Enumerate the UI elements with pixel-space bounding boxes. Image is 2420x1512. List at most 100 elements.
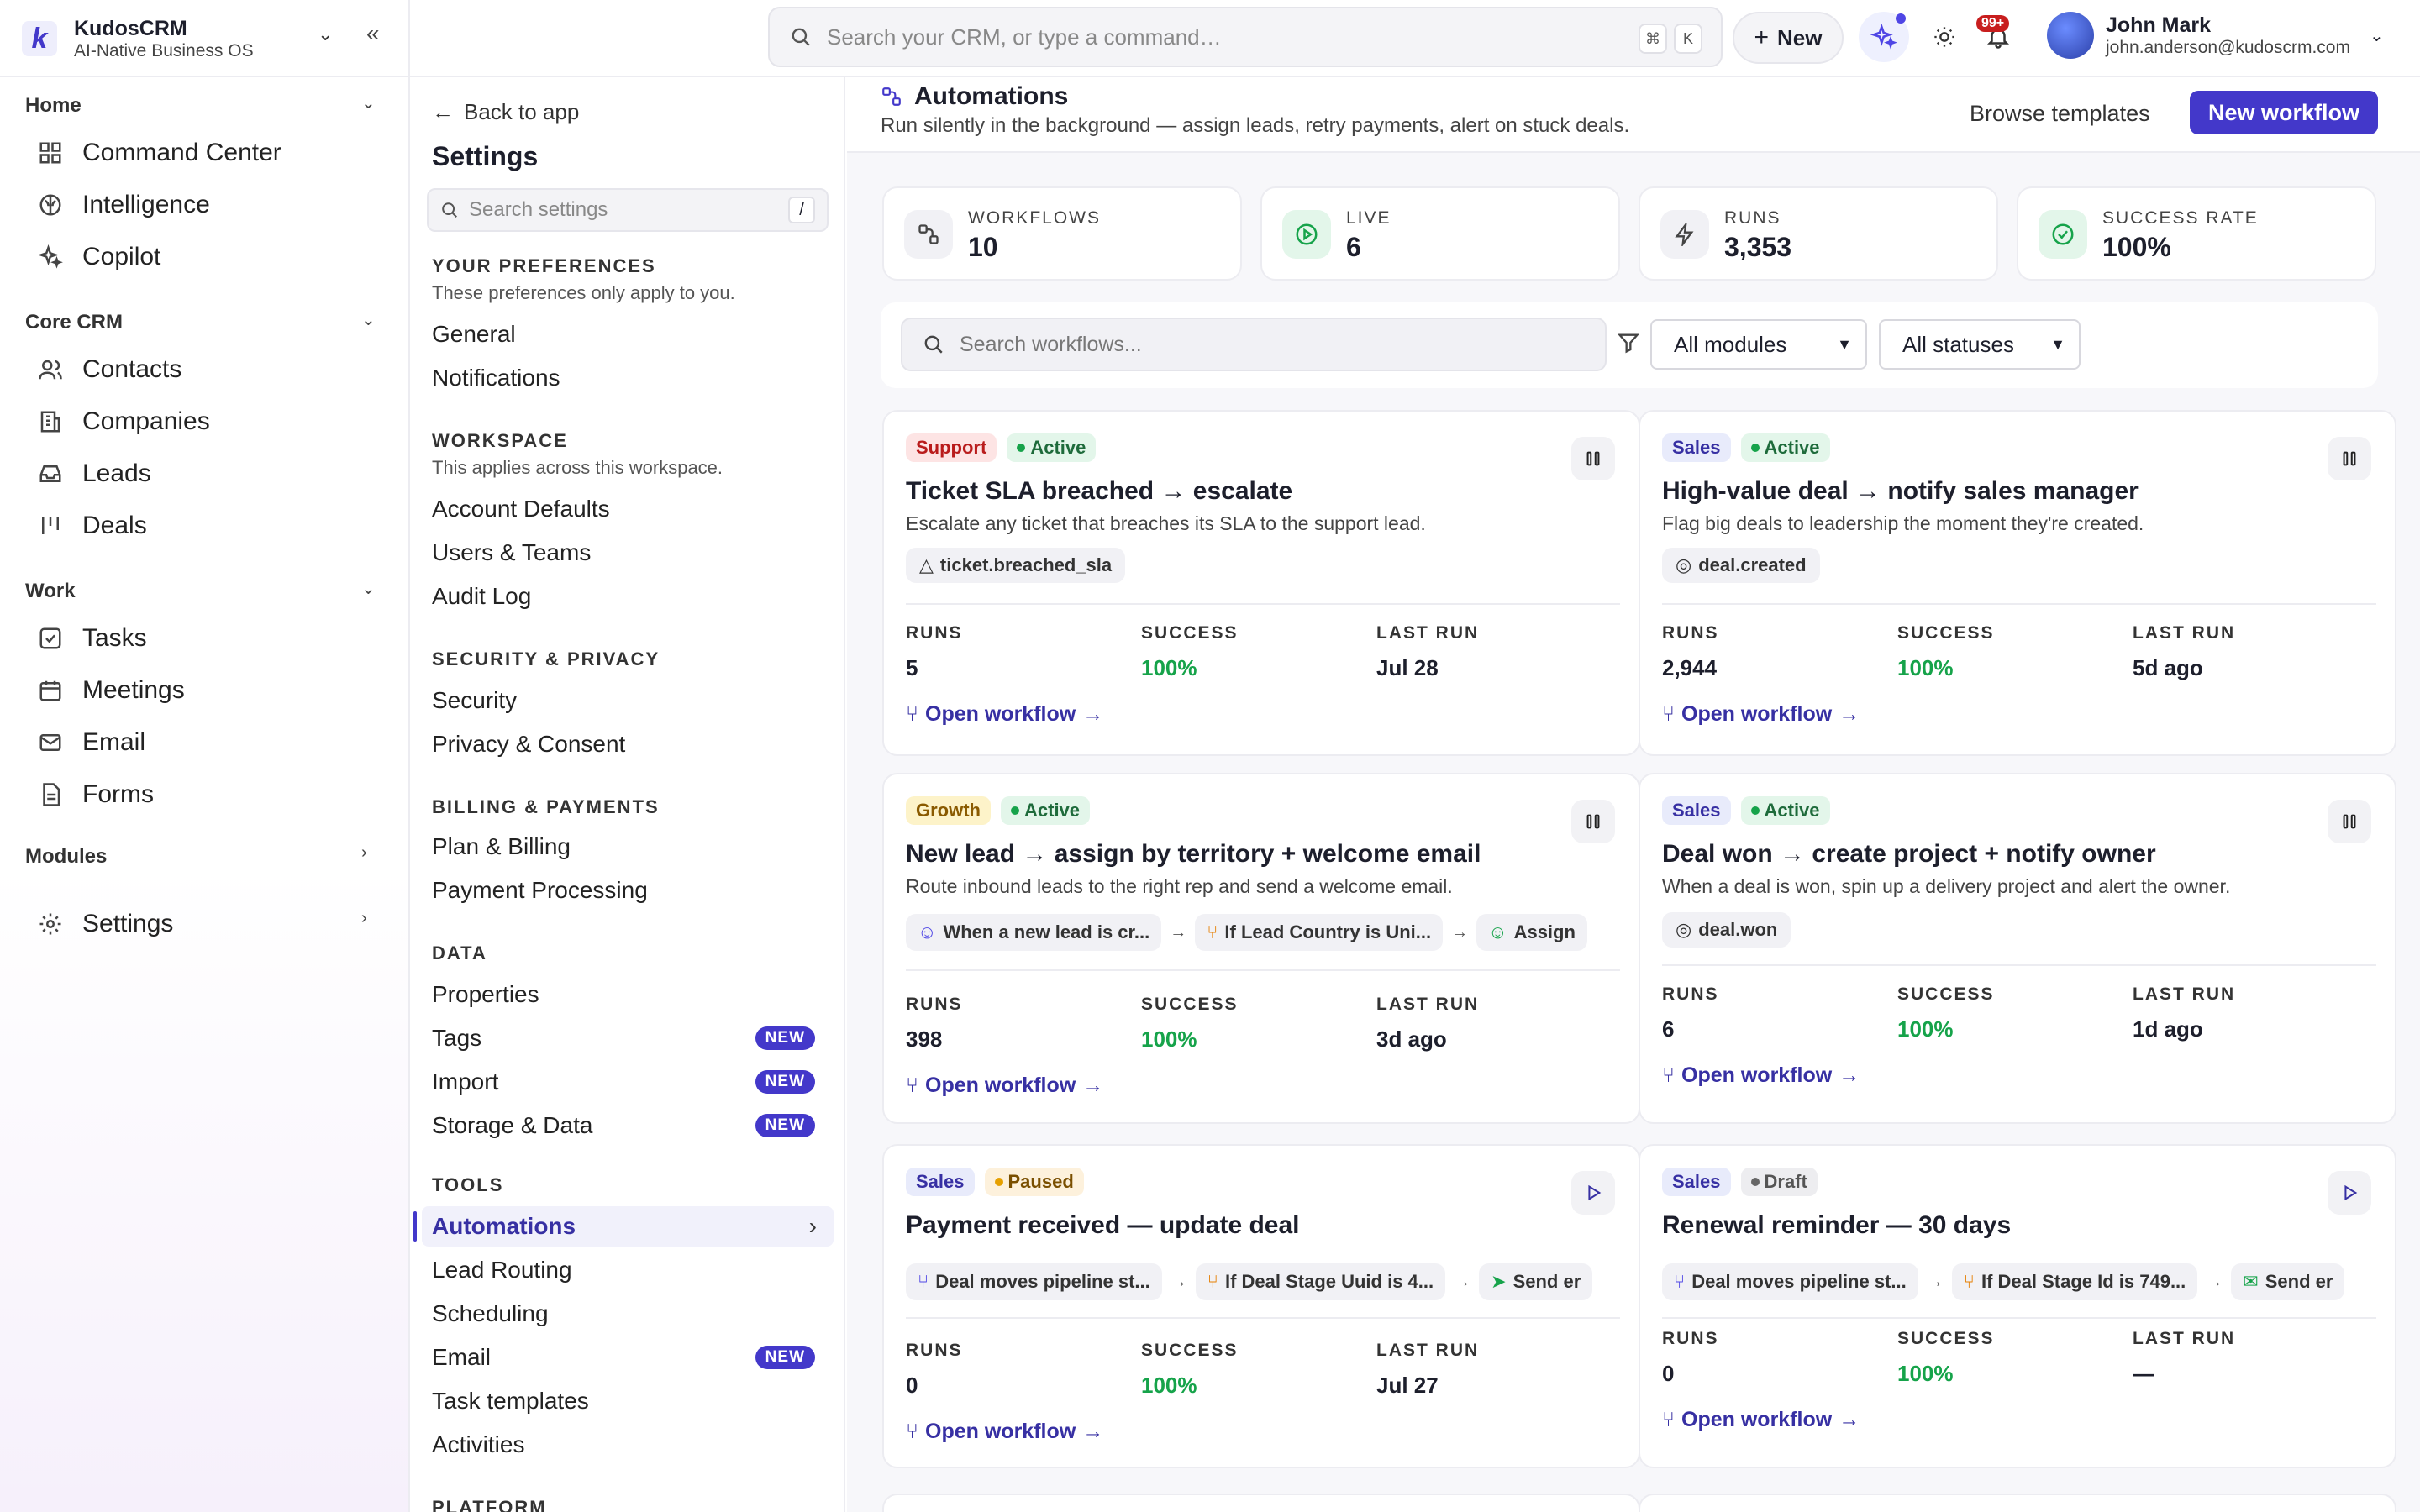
status-badge: Active [1740, 796, 1830, 825]
stat-value: 10 [968, 232, 998, 262]
collapse-sidebar-icon[interactable]: « [366, 20, 380, 47]
sidebar-item-settings[interactable]: Settings [34, 900, 387, 948]
workflow-card[interactable]: Sales Paused Payment received — update d… [882, 1144, 1640, 1468]
settings-item-storage-data[interactable]: Storage & Data NEW [432, 1105, 827, 1146]
group-your-preferences: YOUR PREFERENCES [432, 255, 656, 276]
settings-item-lead-routing[interactable]: Lead Routing [432, 1250, 827, 1290]
open-workflow-link[interactable]: ⑂ Open workflow → [1662, 702, 1860, 727]
lightning-icon [1675, 223, 1694, 246]
chevron-right-icon[interactable]: › [361, 843, 367, 863]
settings-search-input[interactable]: Search settings / [427, 188, 829, 232]
chevron-down-icon: ▼ [1837, 336, 1852, 353]
sidebar-item-copilot[interactable]: Copilot [34, 234, 387, 281]
arrow-right-icon: → [1451, 922, 1469, 942]
global-search-input[interactable]: Search your CRM, or type a command… ⌘ K [768, 7, 1723, 67]
settings-item-plan-billing[interactable]: Plan & Billing [432, 827, 827, 867]
settings-item-tags[interactable]: Tags NEW [432, 1018, 827, 1058]
pause-button[interactable] [1571, 800, 1615, 843]
section-modules[interactable]: Modules [25, 845, 107, 869]
section-work[interactable]: Work [25, 580, 76, 603]
user-menu[interactable]: John Mark john.anderson@kudoscrm.com ⌄ [2047, 12, 2384, 59]
workflow-search-input[interactable]: Search workflows... [901, 318, 1607, 371]
chevron-down-icon[interactable]: ⌄ [361, 578, 376, 599]
new-badge: NEW [755, 1346, 815, 1369]
workflow-card[interactable] [882, 1494, 1640, 1512]
chevron-down-icon[interactable]: ⌄ [361, 309, 376, 330]
sidebar-item-contacts[interactable]: Contacts [34, 346, 387, 393]
filter-icon[interactable] [1617, 331, 1640, 354]
workflow-card[interactable]: Sales Draft Renewal reminder — 30 days ⑂… [1639, 1144, 2396, 1468]
sidebar-item-email[interactable]: Email [34, 719, 387, 766]
activate-button[interactable] [2328, 1171, 2371, 1215]
open-workflow-link[interactable]: ⑂ Open workflow → [1662, 1408, 1860, 1432]
settings-item-security[interactable]: Security [432, 680, 827, 721]
sidebar-item-command-center[interactable]: Command Center [34, 129, 387, 176]
workflow-title: Deal won → create project + notify owner [1662, 840, 2156, 868]
status-filter-select[interactable]: All statuses ▼ [1879, 319, 2081, 370]
settings-item-properties[interactable]: Properties [432, 974, 827, 1015]
settings-item-users-teams[interactable]: Users & Teams [432, 533, 827, 573]
settings-item-general[interactable]: General [432, 314, 827, 354]
sidebar-item-deals[interactable]: Deals [34, 502, 387, 549]
back-to-app-link[interactable]: ← Back to app [432, 99, 579, 125]
section-home[interactable]: Home [25, 94, 82, 118]
open-workflow-link[interactable]: ⑂ Open workflow → [1662, 1063, 1860, 1088]
module-filter-select[interactable]: All modules ▼ [1650, 319, 1867, 370]
settings-item-automations[interactable]: Automations › [413, 1206, 834, 1247]
sidebar-item-label: Deals [82, 512, 147, 539]
sidebar-item-meetings[interactable]: Meetings [34, 667, 387, 714]
section-core-crm[interactable]: Core CRM [25, 311, 123, 334]
open-workflow-link[interactable]: ⑂ Open workflow → [906, 702, 1103, 727]
sidebar-item-forms[interactable]: Forms [34, 771, 387, 818]
chevron-down-icon: ⌄ [2370, 27, 2384, 45]
open-workflow-link[interactable]: ⑂ Open workflow → [906, 1074, 1103, 1098]
last-run-label: LAST RUN [1376, 623, 1480, 643]
group-workspace: WORKSPACE [432, 430, 568, 451]
settings-item-label: Automations [432, 1213, 576, 1239]
open-workflow-link[interactable]: ⑂ Open workflow → [906, 1420, 1103, 1444]
settings-item-task-templates[interactable]: Task templates [432, 1381, 827, 1421]
sidebar-item-tasks[interactable]: Tasks [34, 615, 387, 662]
workspace-switcher[interactable]: k KudosCRM AI-Native Business OS ⌄ « [0, 0, 410, 77]
pause-button[interactable] [1571, 437, 1615, 480]
settings-item-scheduling[interactable]: Scheduling [432, 1294, 827, 1334]
arrow-right-icon: → [1839, 702, 1860, 726]
theme-toggle-button[interactable] [1919, 12, 1970, 62]
workflow-card[interactable]: Support Active Ticket SLA breached → esc… [882, 410, 1640, 756]
workflow-card[interactable]: Growth Active New lead → assign by terri… [882, 773, 1640, 1124]
workflow-card[interactable] [1639, 1494, 2396, 1512]
workflow-card[interactable]: Sales Active Deal won → create project +… [1639, 773, 2396, 1124]
chevron-down-icon[interactable]: ⌄ [318, 24, 333, 45]
settings-item-import[interactable]: Import NEW [432, 1062, 827, 1102]
workflow-icon: ⑂ [1662, 702, 1676, 726]
new-button[interactable]: + New [1733, 12, 1844, 64]
ai-assistant-button[interactable] [1859, 12, 1909, 62]
browse-templates-button[interactable]: Browse templates [1970, 101, 2150, 127]
sidebar-item-companies[interactable]: Companies [34, 398, 387, 445]
pause-button[interactable] [2328, 800, 2371, 843]
gear-icon [39, 913, 61, 935]
building-icon [40, 411, 60, 433]
trigger-chip: △ ticket.breached_sla [906, 548, 1126, 583]
settings-item-payment-processing[interactable]: Payment Processing [432, 870, 827, 911]
sidebar-item-label: Meetings [82, 676, 185, 704]
sidebar-item-leads[interactable]: Leads [34, 450, 387, 497]
settings-item-privacy-consent[interactable]: Privacy & Consent [432, 724, 827, 764]
workflow-description: Escalate any ticket that breaches its SL… [906, 512, 1426, 534]
stat-label: SUCCESS RATE [2102, 208, 2259, 228]
settings-item-notifications[interactable]: Notifications [432, 358, 827, 398]
runs-value: 0 [1662, 1361, 1675, 1386]
settings-item-audit-log[interactable]: Audit Log [432, 576, 827, 617]
chevron-down-icon[interactable]: ⌄ [361, 92, 376, 113]
new-workflow-button[interactable]: New workflow [2190, 91, 2378, 134]
arrow-right-icon: → [1839, 1063, 1860, 1087]
resume-button[interactable] [1571, 1171, 1615, 1215]
pause-button[interactable] [2328, 437, 2371, 480]
settings-item-account-defaults[interactable]: Account Defaults [432, 489, 827, 529]
settings-item-email[interactable]: Email NEW [432, 1337, 827, 1378]
settings-item-activities[interactable]: Activities [432, 1425, 827, 1465]
workflow-card[interactable]: Sales Active High-value deal → notify sa… [1639, 410, 2396, 756]
calendar-icon [39, 680, 61, 701]
settings-item-label: Email [432, 1344, 492, 1370]
sidebar-item-intelligence[interactable]: Intelligence [34, 181, 387, 228]
